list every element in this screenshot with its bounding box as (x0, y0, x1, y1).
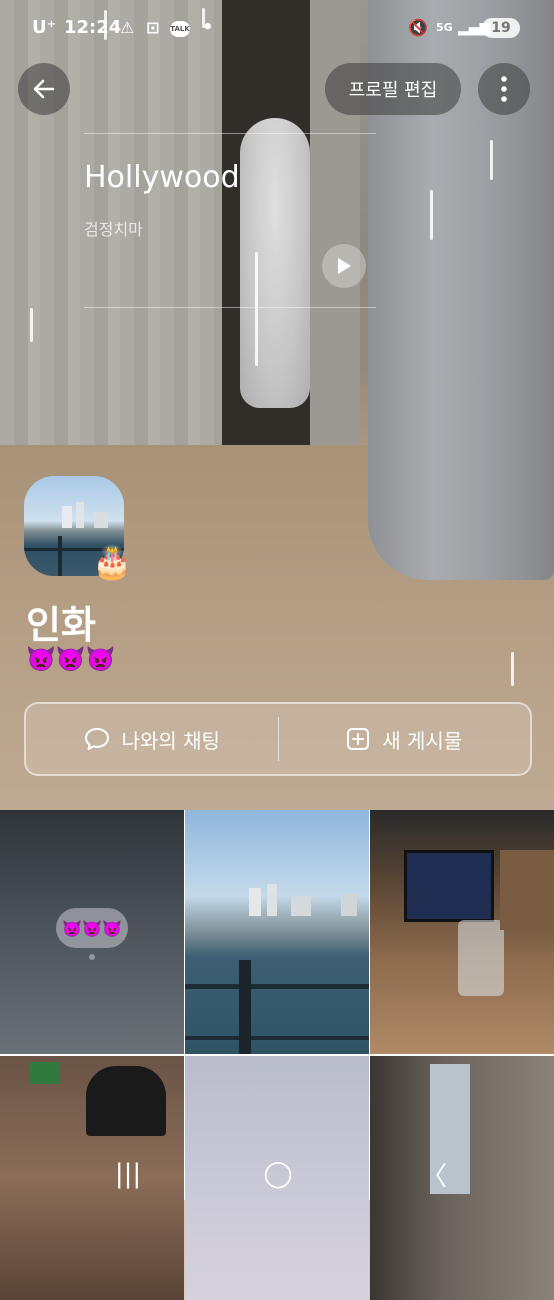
light-streak (511, 652, 514, 686)
post-tile-alley[interactable] (370, 1056, 554, 1300)
photo-building (291, 896, 311, 916)
more-button[interactable] (478, 63, 530, 115)
post-tile-drink[interactable] (370, 810, 554, 1054)
photo-railing (185, 1036, 369, 1040)
back-button[interactable] (18, 63, 70, 115)
status-bubble-tail (89, 954, 95, 960)
battery-level: 19 (482, 18, 520, 38)
nav-home-button[interactable]: ◯ (256, 1154, 300, 1194)
my-chat-label: 나와의 채팅 (121, 728, 220, 753)
post-tile-harbor[interactable] (185, 810, 369, 1054)
photo-person (86, 1066, 166, 1136)
birthday-cake-icon[interactable]: 🎂 (92, 544, 132, 580)
photo-crate (30, 1062, 60, 1084)
nav-back-button[interactable]: 〈 (414, 1154, 454, 1194)
light-streak (430, 190, 433, 240)
more-vertical-icon (501, 76, 507, 102)
avatar-post (58, 536, 62, 576)
screenshot-icon: ⊡ (146, 18, 160, 37)
post-grid: 👿👿👿 (0, 810, 554, 1300)
photo-glass (458, 920, 504, 996)
photo-post (239, 960, 251, 1054)
talk-icon: TALK (170, 14, 190, 42)
edit-profile-button[interactable]: 프로필 편집 (325, 63, 461, 115)
post-tile-status[interactable]: 👿👿👿 (0, 810, 184, 1054)
photo-building (267, 884, 277, 916)
status-time: 12:24 (64, 17, 122, 38)
photo-railing (185, 984, 369, 989)
light-streak (30, 308, 33, 342)
avatar-building (94, 512, 108, 528)
arrow-left-icon (33, 79, 55, 99)
profile-actions: 나와의 채팅 새 게시물 (24, 702, 532, 776)
mute-icon: 🔇 (408, 18, 428, 37)
notification-dot-icon: • (202, 17, 214, 38)
profile-name: 인화 (26, 603, 96, 647)
light-streak (255, 252, 258, 366)
carrier-label: U⁺ (32, 17, 57, 38)
network-type: 5G (436, 21, 453, 34)
background-dim (0, 0, 554, 810)
music-artist: 검정치마 (84, 220, 143, 239)
light-streak (490, 140, 493, 180)
nav-recent-apps-button[interactable]: ||| (108, 1154, 148, 1194)
my-chat-button[interactable]: 나와의 채팅 (26, 704, 278, 774)
status-bubble: 👿👿👿 (56, 908, 128, 948)
profile-background[interactable] (0, 0, 554, 810)
new-post-button[interactable]: 새 게시물 (279, 704, 531, 774)
warning-icon: ⚠ (120, 18, 135, 37)
music-title[interactable]: Hollywood (84, 160, 240, 195)
music-divider-top (84, 133, 376, 134)
music-play-button[interactable] (322, 244, 366, 288)
battery-indicator: 19 (482, 14, 520, 42)
photo-monitor (404, 850, 494, 922)
avatar-building (76, 502, 84, 528)
avatar-building (62, 506, 72, 528)
photo-wall (500, 850, 554, 930)
new-post-label: 새 게시물 (382, 728, 463, 753)
post-tile-bbq[interactable] (0, 1056, 184, 1300)
add-square-icon (347, 728, 370, 750)
play-icon (338, 258, 351, 274)
photo-building (249, 888, 261, 916)
chat-bubble-icon (84, 728, 109, 750)
photo-building (341, 894, 357, 916)
music-divider-bottom (84, 307, 376, 308)
status-message[interactable]: 👿👿👿 (26, 645, 116, 673)
